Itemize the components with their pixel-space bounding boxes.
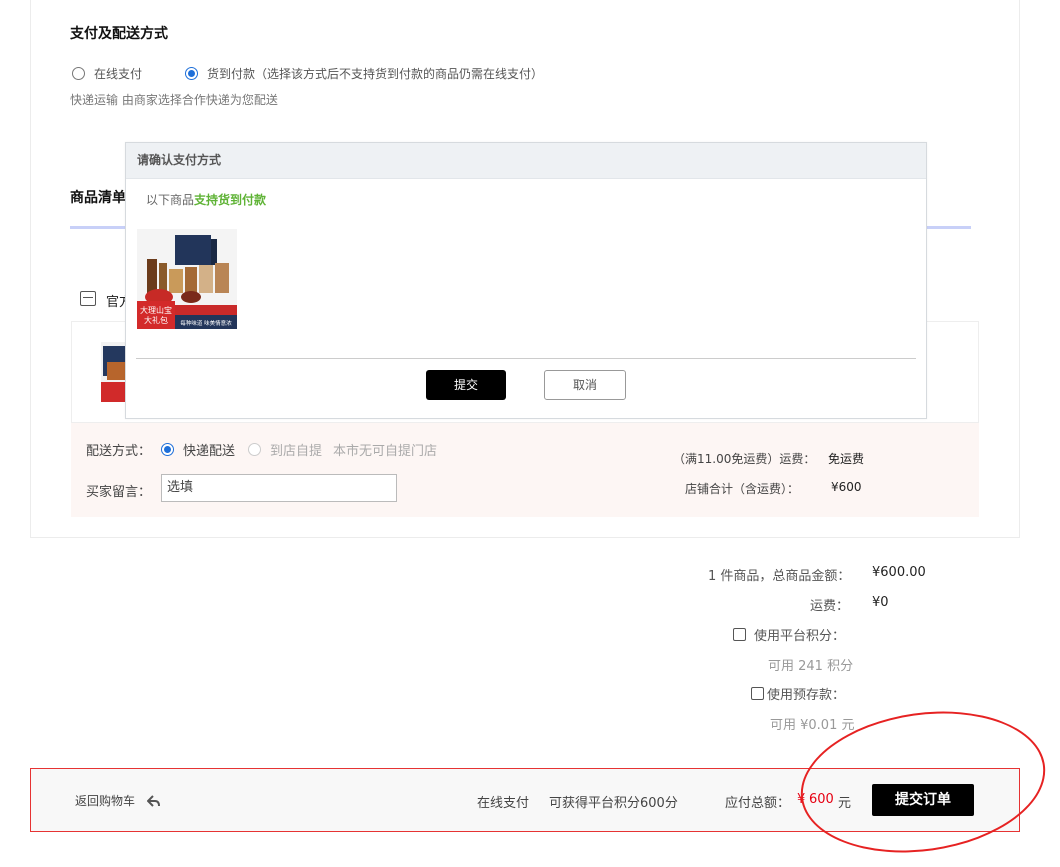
deposit-available: 可用 ¥0.01 元 [770, 718, 855, 733]
pickup-label: 到店自提 [270, 444, 323, 459]
online-pay-label: 在线支付 [94, 67, 143, 81]
bar-total-unit: 元 [838, 796, 852, 811]
message-input[interactable]: 选填 [161, 474, 397, 502]
shop-icon [80, 291, 96, 306]
points-option[interactable]: 使用平台积分： [733, 625, 845, 644]
points-checkbox[interactable] [733, 628, 746, 641]
message-label: 买家留言： [86, 485, 152, 500]
bar-total-label: 应付总额： [725, 796, 791, 811]
shop-total-value: ¥600 [831, 480, 862, 494]
goods-total-value: ¥600.00 [872, 565, 926, 580]
online-pay-option[interactable]: 在线支付 [72, 65, 142, 82]
dialog-message-prefix: 以下商品 [146, 193, 195, 207]
freight-value: 免运费 [828, 452, 865, 466]
online-pay-radio[interactable] [72, 67, 85, 80]
product-image-caption-3: 每种味道 味美情意浓 [180, 319, 232, 327]
payment-section-title: 支付及配送方式 [70, 26, 168, 42]
dialog-message-highlight: 支持货到付款 [194, 193, 267, 207]
goods-total-label: 1 件商品，总商品金额： [708, 569, 851, 584]
express-radio[interactable] [161, 443, 174, 456]
deposit-label: 使用预存款： [767, 688, 846, 703]
shipping-panel [71, 423, 979, 517]
product-image: 大理山宝 大礼包 每种味道 味美情意浓 [137, 229, 237, 329]
freight-rule: （满11.00免运费）运费： [673, 452, 816, 466]
submit-order-button[interactable]: 提交订单 [872, 784, 974, 816]
bar-points-earn: 可获得平台积分600分 [549, 796, 678, 811]
confirm-payment-dialog: 请确认支付方式 以下商品支持货到付款 大理山宝 大礼包 每种味道 味美情意浓 提… [125, 142, 927, 419]
dialog-message: 以下商品支持货到付款 [146, 191, 266, 208]
dialog-cancel-button[interactable]: 取消 [544, 370, 626, 400]
shipping-label: 配送方式： [86, 444, 152, 459]
freight-summary-label: 运费： [810, 599, 850, 614]
express-option[interactable]: 快递配送 [161, 440, 235, 459]
cod-pay-label: 货到付款（选择该方式后不支持货到付款的商品仍需在线支付） [207, 67, 544, 81]
deposit-checkbox[interactable] [751, 687, 764, 700]
product-image-caption-1: 大理山宝 [140, 305, 172, 315]
delivery-note: 快递运输 由商家选择合作快递为您配送 [70, 93, 278, 107]
deposit-option[interactable]: 使用预存款： [751, 684, 845, 703]
shop-total-label: 店铺合计（含运费）： [685, 482, 800, 496]
points-available: 可用 241 积分 [768, 659, 854, 674]
express-label: 快递配送 [183, 444, 236, 459]
freight-summary-value: ¥0 [872, 595, 889, 610]
dialog-divider [136, 358, 916, 359]
bar-total-currency: ¥ [797, 792, 806, 807]
back-to-cart-link[interactable]: 返回购物车 [75, 792, 161, 809]
pickup-note: 本市无可自提门店 [333, 444, 438, 459]
bar-pay-method: 在线支付 [477, 796, 530, 811]
points-label: 使用平台积分： [754, 629, 846, 644]
goods-section-title: 商品清单 [70, 190, 126, 206]
product-image-caption-2: 大礼包 [144, 315, 168, 325]
dialog-submit-button[interactable]: 提交 [426, 370, 506, 400]
cod-pay-radio[interactable] [185, 67, 198, 80]
back-arrow-icon [147, 794, 161, 807]
pickup-radio [248, 443, 261, 456]
back-to-cart-label: 返回购物车 [75, 794, 136, 808]
dialog-title: 请确认支付方式 [126, 143, 926, 179]
cod-pay-option[interactable]: 货到付款（选择该方式后不支持货到付款的商品仍需在线支付） [185, 65, 543, 82]
bar-total-value: 600 [809, 792, 834, 807]
pickup-option: 到店自提 [248, 440, 322, 459]
